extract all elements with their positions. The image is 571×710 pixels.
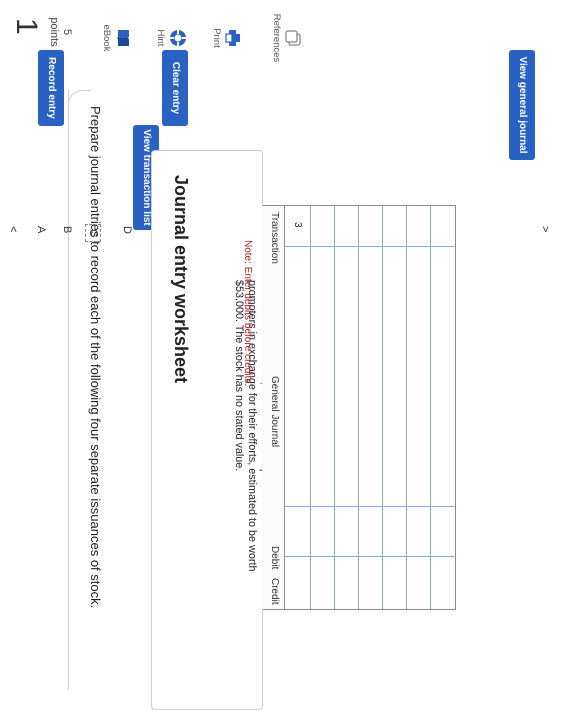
references-link[interactable]: References [271, 12, 301, 64]
tab-b[interactable]: B [61, 226, 73, 233]
tab-next-button[interactable]: > [539, 226, 551, 232]
question-prompt: Prepare journal entries to record each o… [88, 106, 103, 609]
view-general-journal-button[interactable]: View general journal [509, 50, 535, 160]
column-divider [285, 246, 455, 247]
table-row[interactable] [430, 206, 431, 609]
header-general-journal: General Journal [269, 376, 280, 448]
table-row[interactable] [358, 206, 359, 609]
header-credit: Credit [269, 578, 280, 605]
ebook-link[interactable]: eBook [101, 12, 131, 64]
worksheet-title: Journal entry worksheet [171, 175, 191, 384]
tab-d[interactable]: D [121, 226, 133, 234]
ebook-label: eBook [101, 24, 112, 52]
hint-label: Hint [155, 29, 166, 47]
note-text: Note: Enter debits before credits. [242, 240, 253, 386]
print-label: Print [211, 28, 222, 48]
references-label: References [271, 13, 282, 63]
transaction-number: 3 [292, 222, 303, 228]
table-row[interactable] [382, 206, 383, 609]
book-icon [116, 30, 129, 46]
header-rule [68, 90, 69, 690]
column-divider [285, 556, 455, 557]
table-row[interactable] [334, 206, 335, 609]
table-row[interactable] [310, 206, 311, 609]
copy-icon [285, 30, 301, 46]
clear-entry-button[interactable]: Clear entry [162, 50, 188, 126]
question-page: 1 5 points eBook Hint Print References P… [0, 0, 571, 710]
journal-table: Transaction General Journal Debit Credit… [262, 205, 456, 610]
column-divider [285, 506, 455, 507]
printer-icon [225, 30, 240, 46]
tab-c[interactable]: C [85, 224, 101, 242]
record-entry-button[interactable]: Record entry [38, 50, 64, 126]
lifebuoy-icon [170, 30, 186, 46]
header-debit: Debit [269, 546, 280, 570]
question-number: 1 [10, 18, 43, 35]
table-header: Transaction General Journal Debit Credit [262, 206, 285, 609]
tab-a[interactable]: A [35, 226, 47, 233]
print-link[interactable]: Print [211, 12, 241, 64]
tab-prev-button[interactable]: < [7, 226, 19, 232]
note-label: Note: Enter debits before credits. [242, 240, 253, 387]
table-row[interactable] [406, 206, 407, 609]
header-transaction: Transaction [269, 212, 280, 264]
